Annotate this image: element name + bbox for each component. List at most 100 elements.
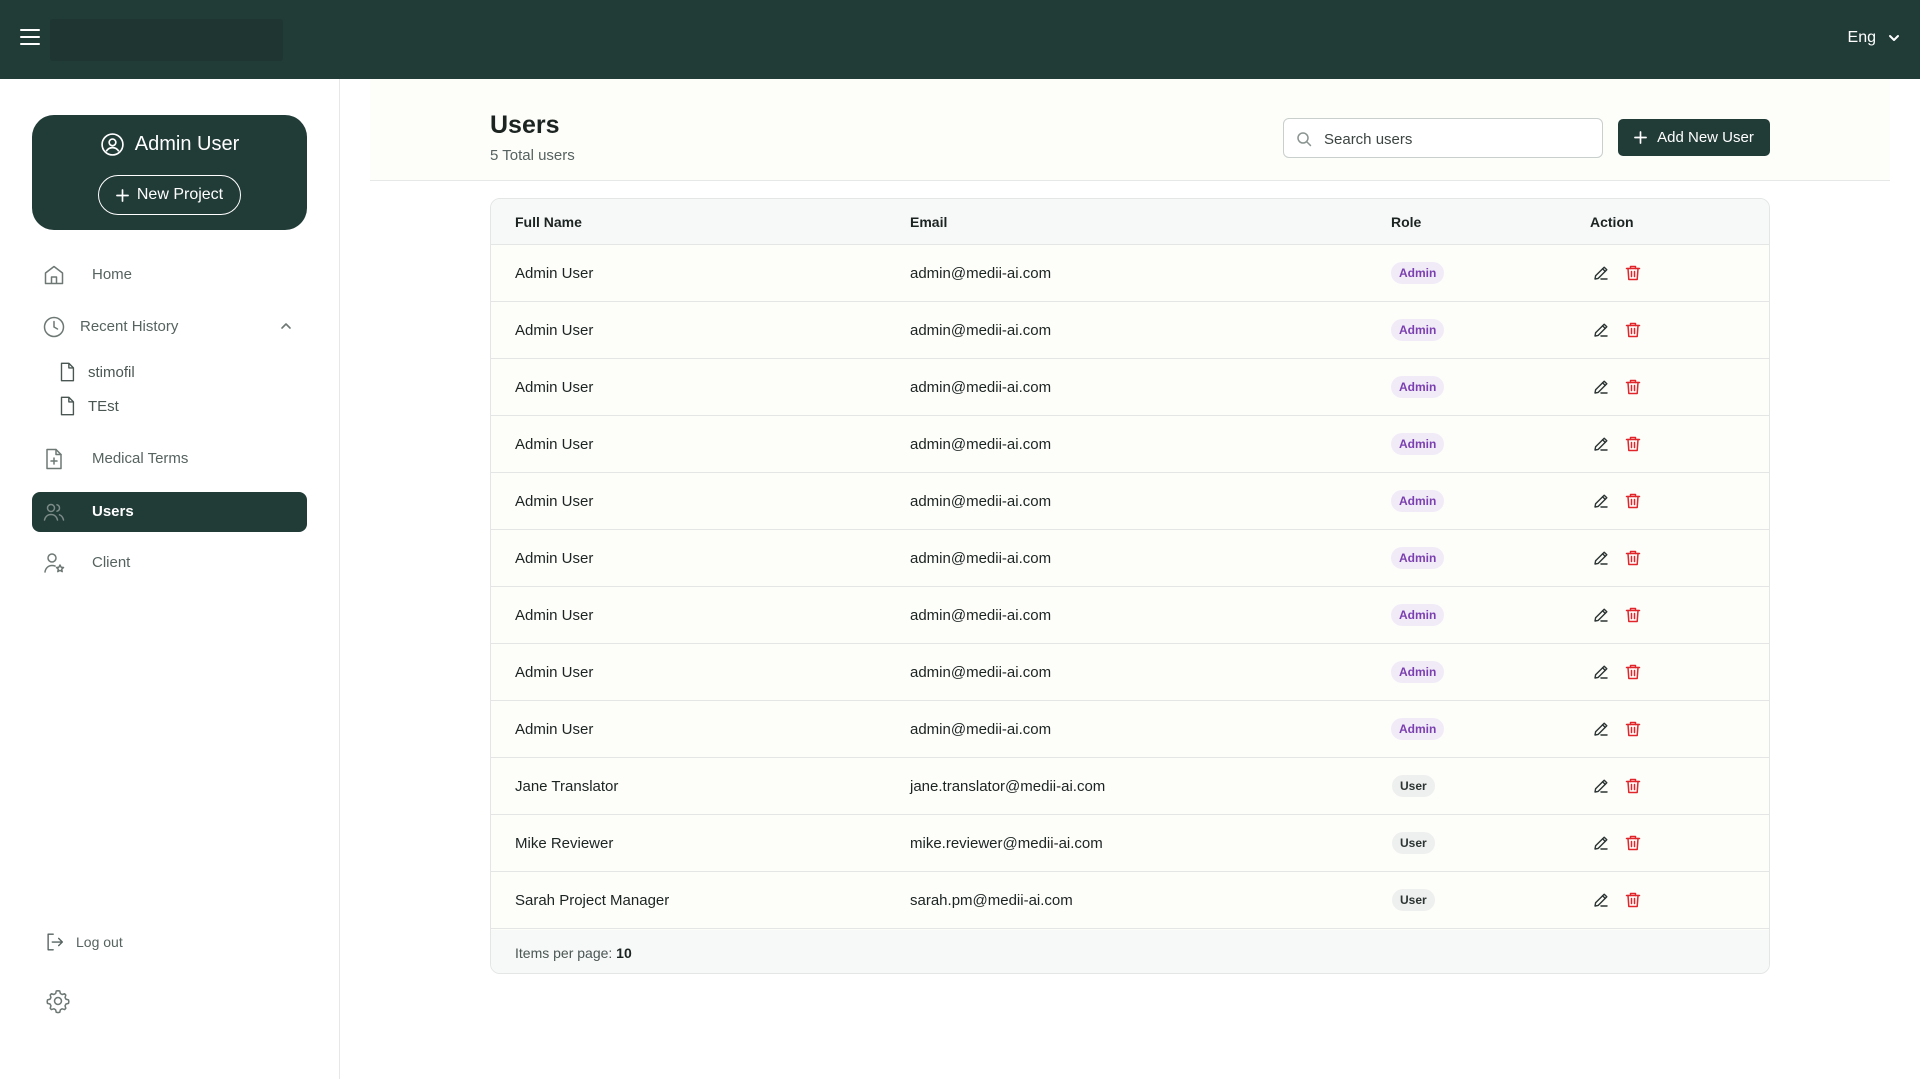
history-item[interactable]: TEst [56, 393, 119, 419]
role-badge: Admin [1391, 547, 1445, 569]
table-row: Admin User admin@medii-ai.com Admin [491, 245, 1769, 302]
top-bar: Eng [0, 0, 1920, 79]
sidebar-item-label: Medical Terms [92, 450, 189, 467]
sidebar-item-client[interactable]: Client [32, 543, 307, 583]
trash-icon[interactable] [1624, 891, 1642, 909]
users-table: Full Name Email Role Action Admin User ad… [490, 198, 1770, 974]
add-new-user-label: Add New User [1657, 129, 1754, 146]
edit-icon[interactable] [1592, 549, 1610, 567]
sidebar-item-home[interactable]: Home [32, 255, 307, 295]
edit-icon[interactable] [1592, 720, 1610, 738]
trash-icon[interactable] [1624, 264, 1642, 282]
search-input[interactable] [1324, 127, 1594, 151]
trash-icon[interactable] [1624, 378, 1642, 396]
clock-icon [43, 316, 65, 338]
profile-card: Admin User New Project [32, 115, 307, 230]
edit-icon[interactable] [1592, 264, 1610, 282]
edit-icon[interactable] [1592, 834, 1610, 852]
total-users-count: 5 Total users [490, 147, 575, 164]
role-badge: Admin [1391, 718, 1445, 740]
edit-icon[interactable] [1592, 777, 1610, 795]
plus-icon [1634, 131, 1648, 144]
user-star-icon [44, 553, 65, 573]
cell-full-name: Admin User [515, 322, 594, 339]
edit-icon[interactable] [1592, 435, 1610, 453]
search-icon [1297, 132, 1312, 147]
profile-name: Admin User [134, 133, 240, 155]
edit-icon[interactable] [1592, 891, 1610, 909]
table-row: Sarah Project Manager sarah.pm@medii-ai.c… [491, 872, 1769, 929]
role-badge: User [1392, 775, 1435, 797]
trash-icon[interactable] [1624, 606, 1642, 624]
history-item-label: stimofil [88, 363, 135, 381]
trash-icon[interactable] [1624, 321, 1642, 339]
sidebar-item-users[interactable]: Users [32, 492, 307, 532]
new-project-label: New Project [136, 186, 224, 203]
cell-email: admin@medii-ai.com [910, 322, 1052, 339]
cell-email: admin@medii-ai.com [910, 265, 1052, 282]
sidebar-item-label: Home [92, 266, 133, 283]
page-title: Users [490, 111, 560, 139]
logout-button[interactable]: Log out [44, 931, 123, 953]
language-label: Eng [1847, 29, 1876, 46]
table-footer: Items per page: 10 [491, 930, 1769, 973]
history-item[interactable]: stimofil [56, 359, 135, 385]
table-row: Mike Reviewer mike.reviewer@medii-ai.com U… [491, 815, 1769, 872]
column-header-email: Email [910, 214, 948, 230]
history-item-label: TEst [88, 397, 119, 415]
sidebar-item-recent-history[interactable]: Recent History [32, 307, 307, 347]
trash-icon[interactable] [1624, 492, 1642, 510]
plus-icon [115, 188, 129, 202]
cell-full-name: Admin User [515, 436, 594, 453]
trash-icon[interactable] [1624, 720, 1642, 738]
table-row: Admin User admin@medii-ai.com Admin [491, 473, 1769, 530]
edit-icon[interactable] [1592, 321, 1610, 339]
cell-email: admin@medii-ai.com [910, 664, 1052, 681]
sidebar-item-medical-terms[interactable]: Medical Terms [32, 439, 307, 479]
trash-icon[interactable] [1624, 435, 1642, 453]
menu-icon[interactable] [20, 29, 40, 47]
role-badge: Admin [1391, 604, 1445, 626]
chevron-up-icon[interactable] [279, 319, 293, 333]
cell-full-name: Admin User [515, 607, 594, 624]
cell-email: admin@medii-ai.com [910, 607, 1052, 624]
edit-icon[interactable] [1592, 663, 1610, 681]
table-row: Admin User admin@medii-ai.com Admin [491, 701, 1769, 758]
page-header: Users 5 Total users Add New User [370, 79, 1890, 181]
items-per-page-label: Items per page: [515, 945, 613, 961]
cell-email: admin@medii-ai.com [910, 436, 1052, 453]
cell-email: admin@medii-ai.com [910, 493, 1052, 510]
cell-email: admin@medii-ai.com [910, 550, 1052, 567]
edit-icon[interactable] [1592, 606, 1610, 624]
table-row: Admin User admin@medii-ai.com Admin [491, 587, 1769, 644]
add-new-user-button[interactable]: Add New User [1618, 119, 1770, 156]
cell-full-name: Admin User [515, 379, 594, 396]
role-badge: Admin [1391, 490, 1445, 512]
trash-icon[interactable] [1624, 777, 1642, 795]
logout-label: Log out [76, 934, 123, 950]
cell-email: mike.reviewer@medii-ai.com [910, 835, 1103, 852]
cell-full-name: Mike Reviewer [515, 835, 614, 852]
role-badge: Admin [1391, 661, 1445, 683]
table-row: Jane Translator jane.translator@medii-ai.… [491, 758, 1769, 815]
file-icon [60, 362, 75, 382]
cell-full-name: Jane Translator [515, 778, 619, 795]
trash-icon[interactable] [1624, 834, 1642, 852]
table-row: Admin User admin@medii-ai.com Admin [491, 530, 1769, 587]
edit-icon[interactable] [1592, 492, 1610, 510]
edit-icon[interactable] [1592, 378, 1610, 396]
cell-full-name: Admin User [515, 493, 594, 510]
cell-email: sarah.pm@medii-ai.com [910, 892, 1073, 909]
role-badge: Admin [1391, 433, 1445, 455]
sidebar-item-label: Recent History [80, 318, 179, 335]
items-per-page[interactable]: Items per page: 10 [515, 945, 632, 961]
new-project-button[interactable]: New Project [98, 175, 241, 215]
language-select[interactable]: Eng [1848, 29, 1900, 47]
table-header: Full Name Email Role Action [491, 199, 1769, 245]
search-box [1283, 118, 1603, 158]
gear-icon[interactable] [45, 988, 71, 1014]
home-icon [44, 265, 64, 285]
trash-icon[interactable] [1624, 549, 1642, 567]
trash-icon[interactable] [1624, 663, 1642, 681]
cell-full-name: Sarah Project Manager [515, 892, 670, 909]
